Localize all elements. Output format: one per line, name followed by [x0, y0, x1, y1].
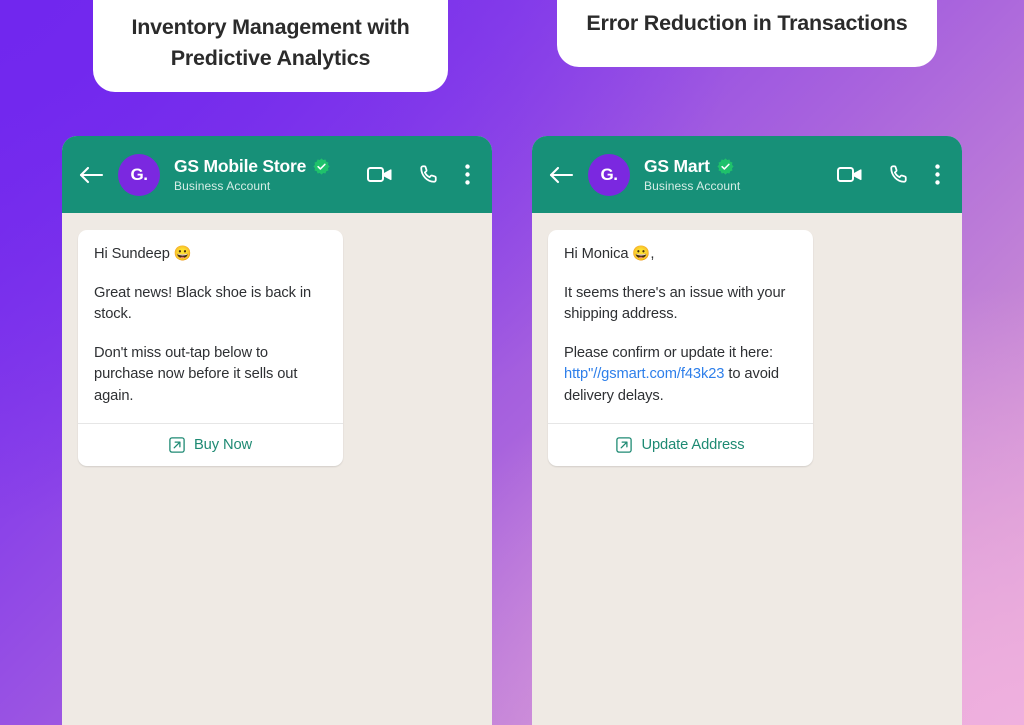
avatar-initials: G.	[600, 164, 618, 184]
chat-subtitle: Business Account	[644, 179, 741, 193]
message-url-link[interactable]: http"//gsmart.com/f43k23	[564, 366, 724, 382]
verified-badge-icon	[717, 158, 734, 175]
message-body: Hi Sundeep 😀 Great news! Black shoe is b…	[78, 230, 343, 423]
arrow-left-icon[interactable]	[548, 164, 574, 186]
video-camera-icon[interactable]	[837, 165, 862, 184]
external-link-icon	[169, 437, 185, 453]
chat-panel-gs-mobile-store: G. GS Mobile Store Business Account Hi S…	[62, 136, 492, 725]
title-card-text: Inventory Management with Predictive Ana…	[131, 15, 410, 70]
message-body: Hi Monica 😀, It seems there's an issue w…	[548, 230, 813, 423]
link-intro-text: Please confirm or update it here:	[564, 344, 773, 361]
chat-header-actions	[837, 164, 940, 185]
chat-header-actions	[367, 164, 470, 185]
chat-contact-name: GS Mart	[644, 156, 710, 176]
chat-message-area: Hi Monica 😀, It seems there's an issue w…	[532, 213, 962, 466]
message-greeting-text: Hi Monica	[564, 246, 633, 262]
message-greeting-text: Hi Sundeep	[94, 246, 174, 262]
chat-subtitle: Business Account	[174, 179, 271, 193]
chat-header: G. GS Mobile Store Business Account	[62, 136, 492, 213]
chat-name-row: GS Mart	[644, 156, 837, 177]
chat-name-row: GS Mobile Store	[174, 156, 367, 177]
more-vertical-icon[interactable]	[935, 164, 940, 185]
message-greeting: Hi Sundeep 😀	[94, 244, 327, 266]
message-greeting-suffix: ,	[650, 246, 655, 262]
buy-now-label: Buy Now	[193, 437, 253, 453]
arrow-left-icon[interactable]	[78, 164, 104, 186]
more-vertical-icon[interactable]	[465, 164, 470, 185]
update-address-button[interactable]: Update Address	[548, 423, 813, 466]
message-card: Hi Sundeep 😀 Great news! Black shoe is b…	[78, 230, 343, 466]
video-camera-icon[interactable]	[367, 165, 392, 184]
message-paragraph: Don't miss out-tap below to purchase now…	[94, 344, 298, 404]
phone-icon[interactable]	[888, 164, 909, 185]
title-card-inventory-management: Inventory Management with Predictive Ana…	[93, 0, 448, 92]
external-link-icon	[616, 437, 633, 453]
title-card-error-reduction: Error Reduction in Transactions	[557, 0, 937, 67]
message-greeting: Hi Monica 😀,	[564, 244, 797, 266]
message-paragraph: It seems there's an issue with your ship…	[564, 284, 786, 323]
smiley-emoji: 😀	[173, 246, 192, 262]
avatar[interactable]: G.	[588, 153, 630, 196]
chat-header: G. GS Mart Business Account	[532, 136, 962, 213]
verified-badge-icon	[313, 158, 330, 175]
chat-identity: GS Mart Business Account	[644, 156, 837, 193]
chat-contact-name: GS Mobile Store	[174, 156, 307, 176]
avatar-initials: G.	[130, 164, 148, 184]
phone-icon[interactable]	[418, 164, 439, 185]
smiley-emoji: 😀	[632, 246, 651, 262]
update-address-label: Update Address	[641, 437, 745, 453]
title-card-text: Error Reduction in Transactions	[586, 11, 908, 35]
avatar[interactable]: G.	[118, 153, 160, 196]
chat-message-area: Hi Sundeep 😀 Great news! Black shoe is b…	[62, 213, 492, 466]
chat-panel-gs-mart: G. GS Mart Business Account Hi Monica 😀,…	[532, 136, 962, 725]
message-card: Hi Monica 😀, It seems there's an issue w…	[548, 230, 813, 466]
message-paragraph-with-link: Please confirm or update it here: http"/…	[564, 343, 797, 408]
chat-identity: GS Mobile Store Business Account	[174, 156, 367, 193]
message-paragraph: Great news! Black shoe is back in stock.	[94, 284, 312, 323]
buy-now-button[interactable]: Buy Now	[78, 423, 343, 466]
